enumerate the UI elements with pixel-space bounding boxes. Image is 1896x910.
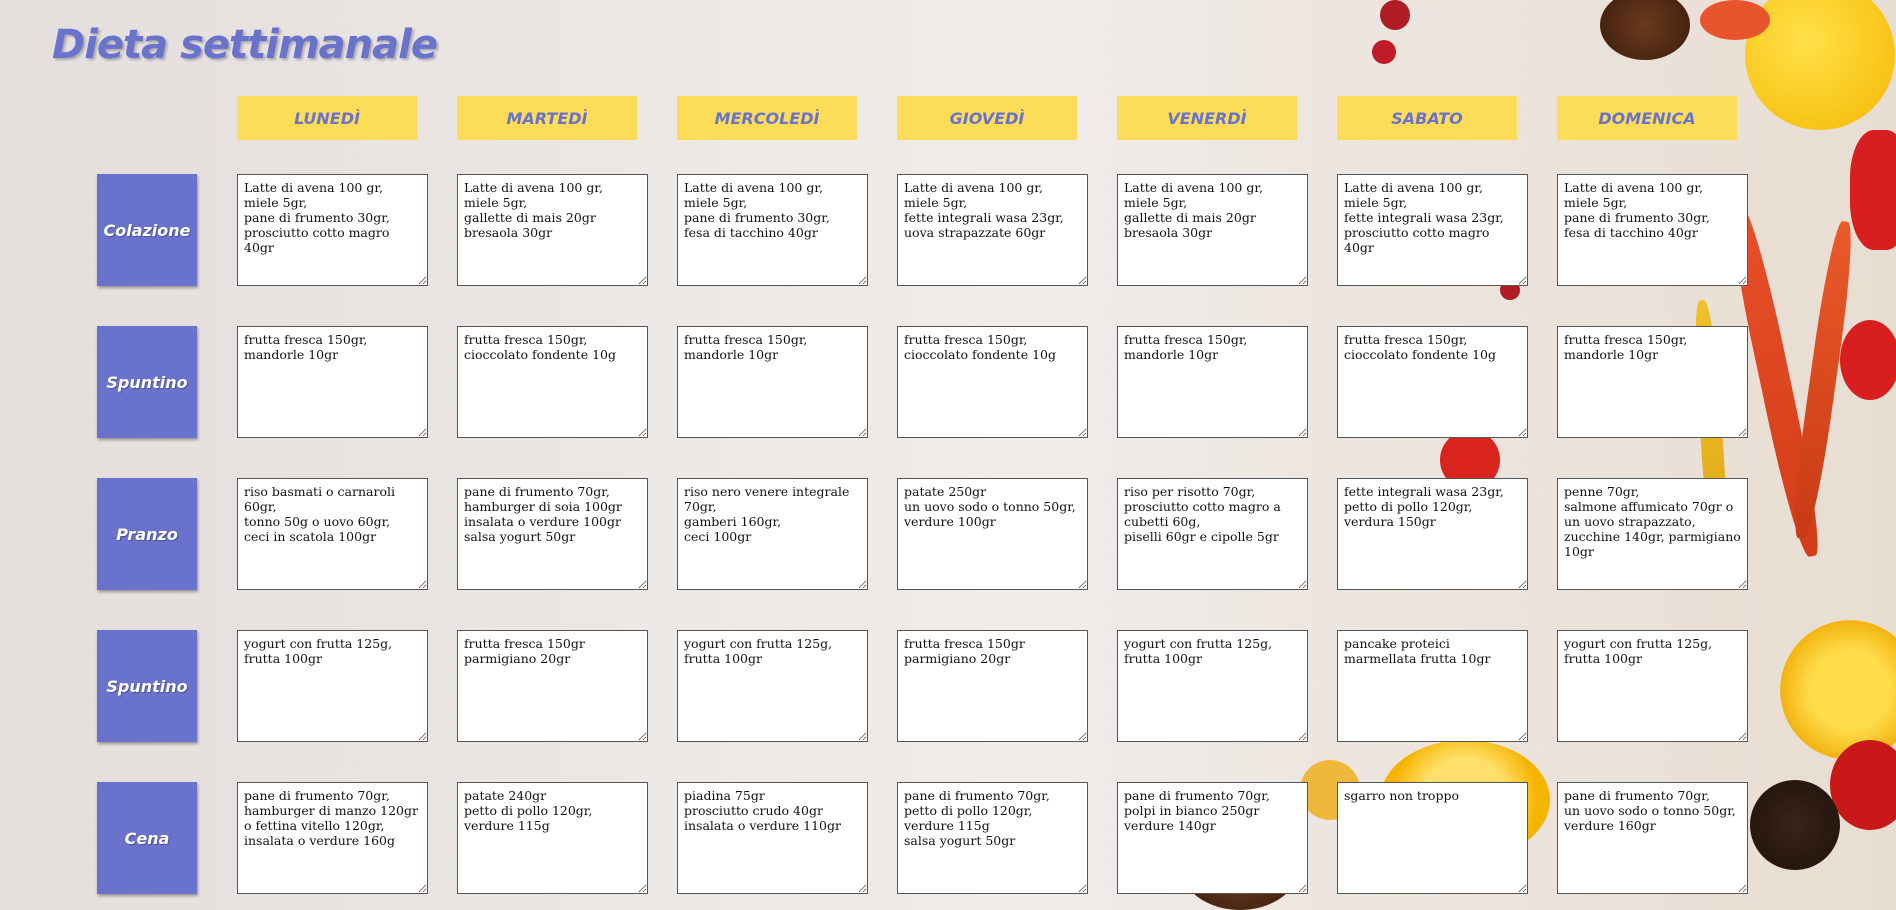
meal-cell-spuntino-pomeriggio-mercoledi[interactable]: yogurt con frutta 125g, frutta 100gr [677, 630, 868, 742]
meal-cell-cena-venerdi[interactable]: pane di frumento 70gr, polpi in bianco 2… [1117, 782, 1308, 894]
meal-cell-spuntino-pomeriggio-domenica[interactable]: yogurt con frutta 125g, frutta 100gr [1557, 630, 1748, 742]
meal-cell-pranzo-sabato[interactable]: fette integrali wasa 23gr, petto di poll… [1337, 478, 1528, 590]
meal-cell-spuntino-pomeriggio-martedi[interactable]: frutta fresca 150gr parmigiano 20gr [457, 630, 648, 742]
meal-cell-pranzo-lunedi[interactable]: riso basmati o carnaroli 60gr, tonno 50g… [237, 478, 428, 590]
meal-label-spuntino-pomeriggio: Spuntino [97, 630, 197, 742]
meal-cell-spuntino-mattina-venerdi[interactable]: frutta fresca 150gr, mandorle 10gr [1117, 326, 1308, 438]
day-header-friday: VENERDÌ [1117, 96, 1297, 140]
meal-cell-spuntino-mattina-martedi[interactable]: frutta fresca 150gr, cioccolato fondente… [457, 326, 648, 438]
day-header-monday: LUNEDÌ [237, 96, 417, 140]
meal-cell-cena-martedi[interactable]: patate 240gr petto di pollo 120gr, verdu… [457, 782, 648, 894]
page-title: Dieta settimanale [52, 22, 438, 68]
meal-cell-pranzo-giovedi[interactable]: patate 250gr un uovo sodo o tonno 50gr, … [897, 478, 1088, 590]
meal-label-colazione: Colazione [97, 174, 197, 286]
meal-cell-colazione-venerdi[interactable]: Latte di avena 100 gr, miele 5gr, gallet… [1117, 174, 1308, 286]
day-header-sunday: DOMENICA [1557, 96, 1737, 140]
meal-cell-spuntino-pomeriggio-venerdi[interactable]: yogurt con frutta 125g, frutta 100gr [1117, 630, 1308, 742]
meal-cell-pranzo-venerdi[interactable]: riso per risotto 70gr, prosciutto cotto … [1117, 478, 1308, 590]
meal-cell-cena-lunedi[interactable]: pane di frumento 70gr, hamburger di manz… [237, 782, 428, 894]
day-header-saturday: SABATO [1337, 96, 1517, 140]
meal-cell-pranzo-mercoledi[interactable]: riso nero venere integrale 70gr, gamberi… [677, 478, 868, 590]
meal-cell-spuntino-mattina-lunedi[interactable]: frutta fresca 150gr, mandorle 10gr [237, 326, 428, 438]
meal-cell-spuntino-mattina-sabato[interactable]: frutta fresca 150gr, cioccolato fondente… [1337, 326, 1528, 438]
meal-cell-cena-domenica[interactable]: pane di frumento 70gr, un uovo sodo o to… [1557, 782, 1748, 894]
meal-cell-colazione-sabato[interactable]: Latte di avena 100 gr, miele 5gr, fette … [1337, 174, 1528, 286]
meal-label-pranzo: Pranzo [97, 478, 197, 590]
meal-cell-colazione-domenica[interactable]: Latte di avena 100 gr, miele 5gr, pane d… [1557, 174, 1748, 286]
meal-cell-cena-mercoledi[interactable]: piadina 75gr prosciutto crudo 40gr insal… [677, 782, 868, 894]
meal-cell-colazione-mercoledi[interactable]: Latte di avena 100 gr, miele 5gr, pane d… [677, 174, 868, 286]
meal-cell-pranzo-martedi[interactable]: pane di frumento 70gr, hamburger di soia… [457, 478, 648, 590]
day-header-tuesday: MARTEDÌ [457, 96, 637, 140]
day-header-thursday: GIOVEDÌ [897, 96, 1077, 140]
meal-cell-colazione-lunedi[interactable]: Latte di avena 100 gr, miele 5gr, pane d… [237, 174, 428, 286]
meal-label-spuntino-mattina: Spuntino [97, 326, 197, 438]
meal-cell-spuntino-pomeriggio-giovedi[interactable]: frutta fresca 150gr parmigiano 20gr [897, 630, 1088, 742]
day-header-wednesday: MERCOLEDÌ [677, 96, 857, 140]
meal-cell-spuntino-pomeriggio-lunedi[interactable]: yogurt con frutta 125g, frutta 100gr [237, 630, 428, 742]
meal-cell-colazione-giovedi[interactable]: Latte di avena 100 gr, miele 5gr, fette … [897, 174, 1088, 286]
meal-cell-colazione-martedi[interactable]: Latte di avena 100 gr, miele 5gr, gallet… [457, 174, 648, 286]
meal-cell-spuntino-pomeriggio-sabato[interactable]: pancake proteici marmellata frutta 10gr [1337, 630, 1528, 742]
meal-cell-pranzo-domenica[interactable]: penne 70gr, salmone affumicato 70gr o un… [1557, 478, 1748, 590]
meal-label-cena: Cena [97, 782, 197, 894]
meal-cell-cena-giovedi[interactable]: pane di frumento 70gr, petto di pollo 12… [897, 782, 1088, 894]
meal-cell-spuntino-mattina-mercoledi[interactable]: frutta fresca 150gr, mandorle 10gr [677, 326, 868, 438]
meal-cell-spuntino-mattina-domenica[interactable]: frutta fresca 150gr, mandorle 10gr [1557, 326, 1748, 438]
meal-cell-cena-sabato[interactable]: sgarro non troppo [1337, 782, 1528, 894]
meal-cell-spuntino-mattina-giovedi[interactable]: frutta fresca 150gr, cioccolato fondente… [897, 326, 1088, 438]
